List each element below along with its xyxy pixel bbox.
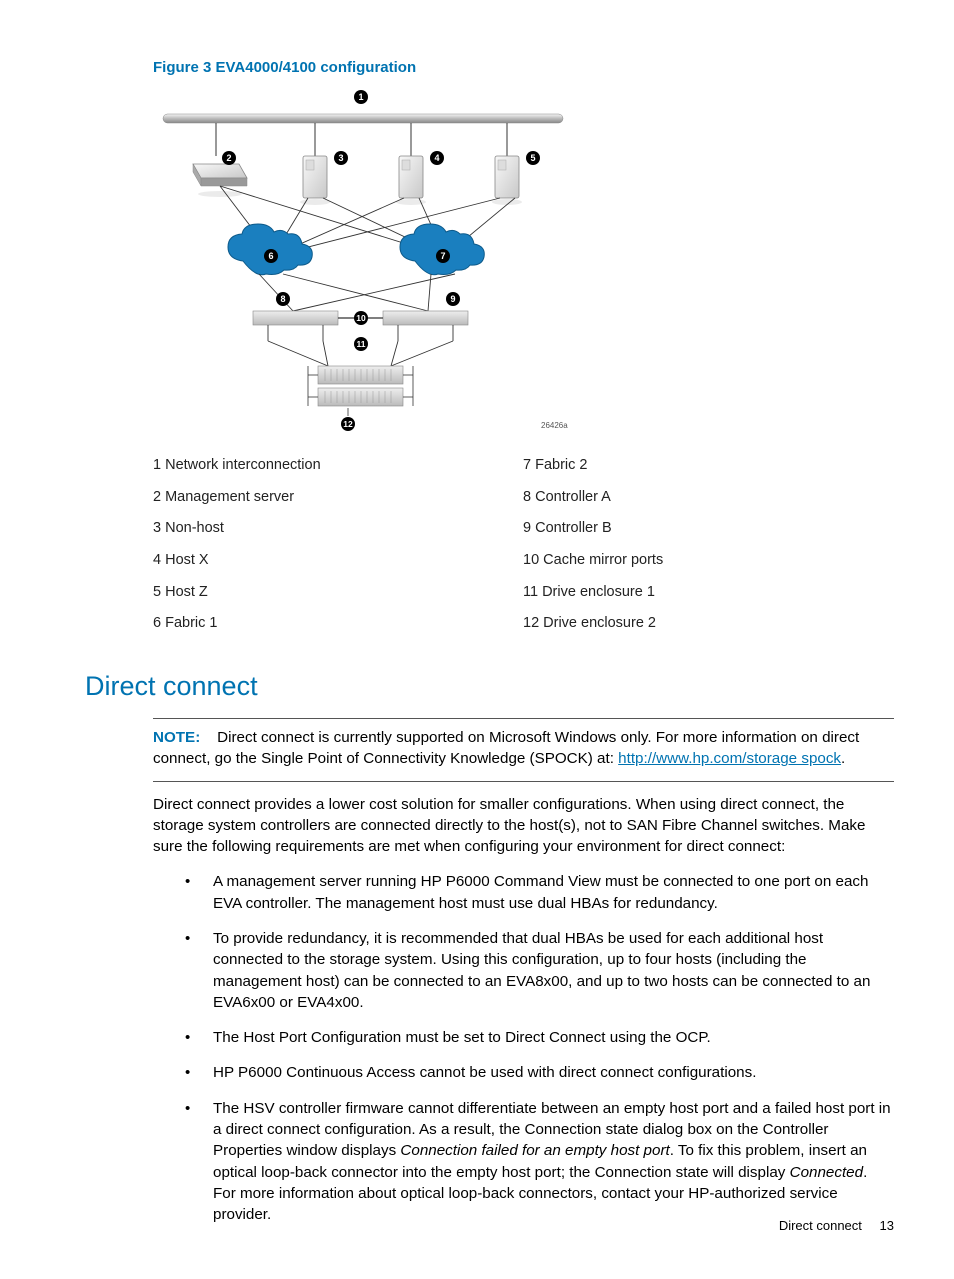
bullet-list: A management server running HP P6000 Com… <box>185 871 894 1225</box>
svg-text:1: 1 <box>358 92 363 102</box>
svg-text:2: 2 <box>226 153 231 163</box>
legend-item: 1 Network interconnection <box>153 456 523 476</box>
legend-item: 7 Fabric 2 <box>523 456 893 476</box>
svg-text:9: 9 <box>450 294 455 304</box>
legend-item: 4 Host X <box>153 551 523 571</box>
spock-link[interactable]: http://www.hp.com/storage spock <box>618 750 841 767</box>
configuration-diagram: 1 2 3 4 5 <box>153 86 573 446</box>
page-footer: Direct connect 13 <box>779 1217 894 1235</box>
svg-text:7: 7 <box>440 251 445 261</box>
legend-item: 12 Drive enclosure 2 <box>523 614 893 634</box>
svg-text:3: 3 <box>338 153 343 163</box>
tower-hostz <box>492 156 522 205</box>
bullet-item: HP P6000 Continuous Access cannot be use… <box>185 1062 894 1083</box>
svg-text:10: 10 <box>356 313 366 323</box>
bullet-item: The Host Port Configuration must be set … <box>185 1027 894 1048</box>
legend-item: 2 Management server <box>153 488 523 508</box>
svg-text:8: 8 <box>280 294 285 304</box>
tower-nonhost <box>300 156 330 205</box>
figure-caption: Figure 3 EVA4000/4100 configuration <box>153 58 894 78</box>
legend-item: 8 Controller A <box>523 488 893 508</box>
bullet-item: A management server running HP P6000 Com… <box>185 871 894 914</box>
note-post: . <box>841 750 845 767</box>
legend-item: 6 Fabric 1 <box>153 614 523 634</box>
page-number: 13 <box>880 1218 894 1233</box>
svg-text:26426a: 26426a <box>541 421 568 430</box>
note-label: NOTE: <box>153 729 200 746</box>
bullet-item: The HSV controller firmware cannot diffe… <box>185 1098 894 1226</box>
svg-text:5: 5 <box>530 153 535 163</box>
footer-title: Direct connect <box>779 1218 862 1233</box>
drive-enclosure-2 <box>318 388 403 406</box>
legend-item: 5 Host Z <box>153 583 523 603</box>
figure-legend: 1 Network interconnection 2 Management s… <box>153 456 894 645</box>
svg-text:6: 6 <box>268 251 273 261</box>
section-heading: Direct connect <box>85 668 894 704</box>
legend-item: 9 Controller B <box>523 519 893 539</box>
svg-text:11: 11 <box>357 339 366 349</box>
intro-paragraph: Direct connect provides a lower cost sol… <box>153 794 894 858</box>
legend-item: 10 Cache mirror ports <box>523 551 893 571</box>
legend-item: 3 Non-host <box>153 519 523 539</box>
drive-enclosure-1 <box>318 366 403 384</box>
bullet-item: To provide redundancy, it is recommended… <box>185 928 894 1013</box>
svg-text:12: 12 <box>343 419 353 429</box>
legend-item: 11 Drive enclosure 1 <box>523 583 893 603</box>
svg-text:4: 4 <box>434 153 439 163</box>
tower-hostx <box>396 156 426 205</box>
note-box: NOTE: Direct connect is currently suppor… <box>153 718 894 782</box>
